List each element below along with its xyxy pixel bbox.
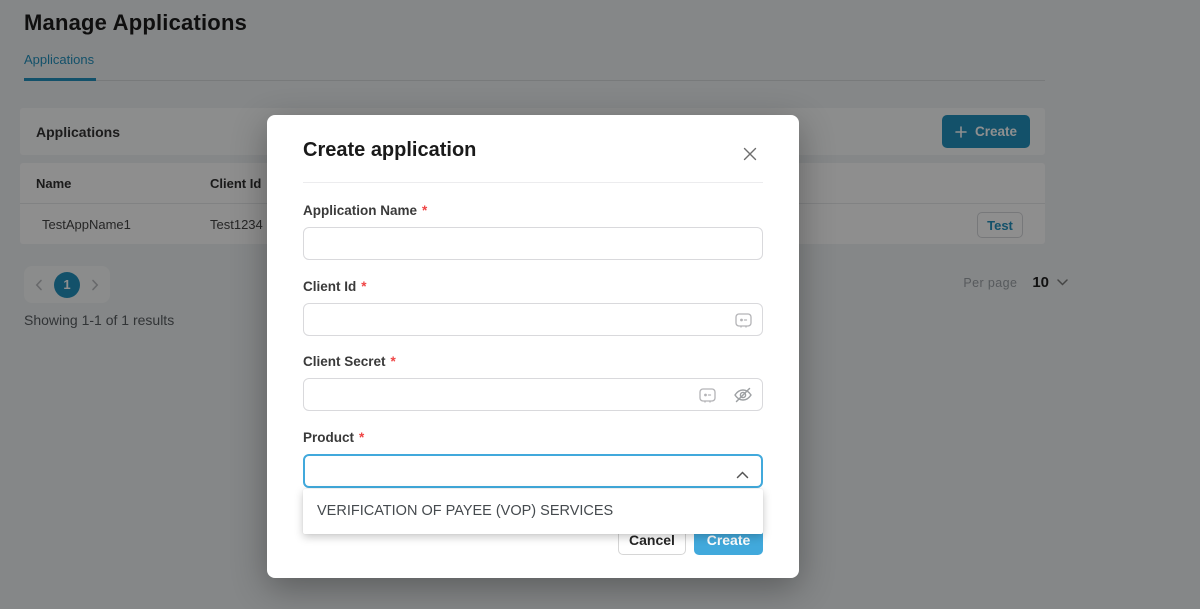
application-name-label: Application Name *: [303, 203, 427, 218]
autofill-icon[interactable]: [733, 310, 753, 330]
product-select[interactable]: [303, 454, 763, 488]
required-asterisk: *: [361, 279, 366, 294]
autofill-icon[interactable]: [697, 385, 717, 405]
label-text: Product: [303, 430, 354, 445]
client-id-input[interactable]: [303, 303, 763, 336]
required-asterisk: *: [359, 430, 364, 445]
modal-title: Create application: [303, 139, 476, 162]
product-label: Product *: [303, 430, 364, 445]
label-text: Application Name: [303, 203, 417, 218]
client-secret-label: Client Secret *: [303, 354, 396, 369]
modal-header-divider: [303, 182, 763, 183]
product-dropdown-menu: VERIFICATION OF PAYEE (VOP) SERVICES: [303, 489, 763, 534]
dropdown-option-vop-services[interactable]: VERIFICATION OF PAYEE (VOP) SERVICES: [303, 489, 763, 534]
required-asterisk: *: [391, 354, 396, 369]
close-icon[interactable]: [740, 144, 760, 164]
eye-off-icon[interactable]: [733, 385, 753, 405]
chevron-up-icon: [736, 466, 749, 484]
application-name-input[interactable]: [303, 227, 763, 260]
client-secret-input[interactable]: [303, 378, 763, 411]
client-id-label: Client Id *: [303, 279, 367, 294]
create-application-modal: Create application Application Name * Cli…: [267, 115, 799, 578]
label-text: Client Secret: [303, 354, 386, 369]
label-text: Client Id: [303, 279, 356, 294]
required-asterisk: *: [422, 203, 427, 218]
